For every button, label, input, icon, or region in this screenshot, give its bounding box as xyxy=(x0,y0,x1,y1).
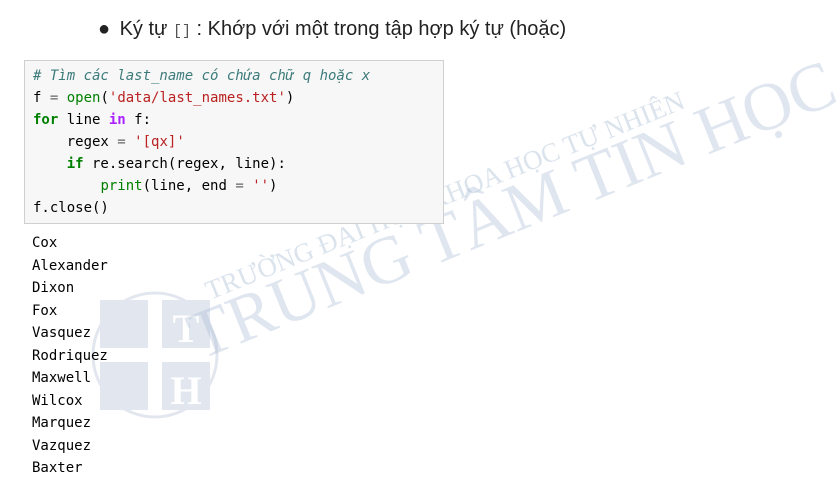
bullet-prefix: Ký tự xyxy=(119,18,168,40)
code-token: '' xyxy=(252,178,270,194)
code-token: if xyxy=(66,156,84,172)
code-token: f: xyxy=(125,112,152,128)
code-line: if re.search(regex, line): xyxy=(33,153,443,175)
code-line: f.close() xyxy=(33,197,443,219)
code-token: ) xyxy=(285,90,295,106)
code-token: = xyxy=(41,90,67,106)
code-token: in xyxy=(108,112,126,128)
code-token: for xyxy=(33,112,59,128)
code-token: open xyxy=(66,90,101,106)
bullet-code: [] xyxy=(172,23,191,40)
code-token: 'data/last_names.txt' xyxy=(108,90,286,106)
code-token: f.close() xyxy=(33,200,109,216)
output-line: Baxter xyxy=(32,460,83,476)
output-line: Rodriquez xyxy=(32,347,108,364)
output-line: Vasquez xyxy=(32,325,92,341)
output-line: Vazquez xyxy=(32,437,92,454)
watermark-logo-bottom: H xyxy=(170,368,201,413)
bullet-dot-icon: ● xyxy=(98,18,111,40)
watermark-logo-top: T xyxy=(173,306,200,351)
code-comment: # Tìm các last_name có chứa chữ q hoặc x xyxy=(33,68,371,84)
code-token: regex xyxy=(33,134,118,150)
code-token: re.search(regex, line): xyxy=(83,156,286,172)
output-line: Dixon xyxy=(32,280,75,296)
code-line: for line in f: xyxy=(33,109,443,131)
code-token: ) xyxy=(269,178,278,194)
code-line: regex = '[qx]' xyxy=(33,131,443,153)
watermark-logo: T H xyxy=(91,291,219,419)
cell-output: Cox Alexander Dixon Fox Vasquez Rodrique… xyxy=(32,232,108,480)
output-line: Marquez xyxy=(32,415,92,431)
code-token: (line, end xyxy=(142,178,236,194)
code-line: f = open('data/last_names.txt') xyxy=(33,87,443,109)
code-line: print(line, end = '') xyxy=(33,175,443,197)
output-line: Cox xyxy=(32,235,58,251)
bullet-heading: ● Ký tự [] : Khớp với một trong tập hợp … xyxy=(98,18,566,41)
output-line: Wilcox xyxy=(32,392,83,409)
output-line: Alexander xyxy=(32,257,108,274)
code-token: '[qx]' xyxy=(134,134,185,150)
code-token: = xyxy=(235,178,244,194)
code-token: print xyxy=(100,178,143,194)
output-line: Fox xyxy=(32,302,58,319)
output-line: Maxwell xyxy=(32,370,92,386)
code-line: # Tìm các last_name có chứa chữ q hoặc x xyxy=(33,65,443,87)
bullet-suffix: : Khớp với một trong tập hợp ký tự (hoặc… xyxy=(196,18,567,40)
code-cell[interactable]: # Tìm các last_name có chứa chữ q hoặc x… xyxy=(24,60,444,224)
code-token: ( xyxy=(100,90,109,106)
code-token: = xyxy=(117,134,126,150)
code-token: line xyxy=(58,112,109,128)
